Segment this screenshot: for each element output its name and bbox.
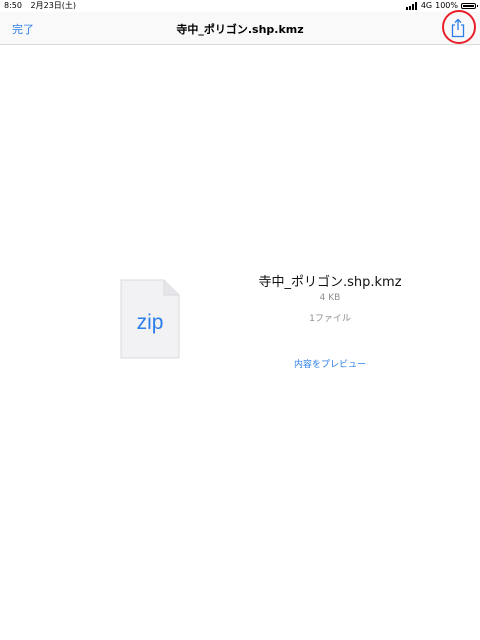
share-icon (451, 18, 465, 38)
battery-icon (461, 3, 478, 9)
status-left: 8:50 2月23日(土) (4, 0, 82, 12)
share-button[interactable] (444, 14, 472, 42)
file-type-label: zip (137, 311, 164, 334)
status-bar: 8:50 2月23日(土) 4G 100% (0, 0, 480, 12)
signal-icon (405, 2, 418, 10)
network-type: 4G (420, 1, 433, 10)
status-right: 4G 100% (405, 0, 478, 12)
preview-contents-link[interactable]: 内容をプレビュー (240, 357, 420, 370)
page-title: 寺中_ポリゴン.shp.kmz (176, 23, 304, 36)
battery-percent: 100% (435, 1, 458, 10)
file-size: 4 KB (319, 293, 341, 303)
status-time: 8:50 (4, 1, 22, 10)
file-name: 寺中_ポリゴン.shp.kmz (258, 275, 402, 290)
file-count: 1ファイル (309, 314, 351, 324)
navigation-bar: 完了 寺中_ポリゴン.shp.kmz (0, 12, 480, 45)
zip-file-icon: zip (120, 279, 180, 359)
status-date: 2月23日(土) (30, 1, 77, 10)
